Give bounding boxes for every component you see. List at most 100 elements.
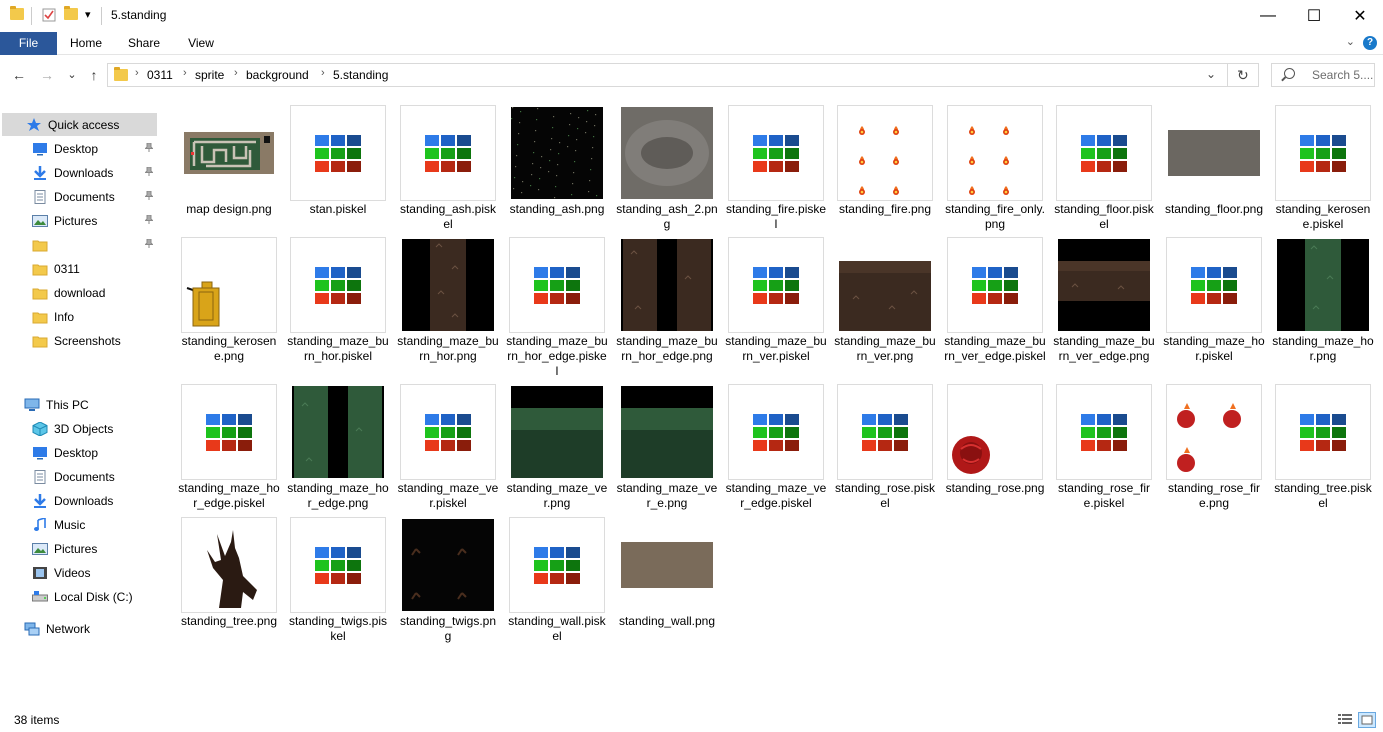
sidebar-item-quick-access[interactable]: Quick access <box>2 113 157 136</box>
file-item[interactable]: standing_tree.piskel <box>1272 383 1374 513</box>
file-item[interactable]: standing_ash.png <box>506 104 608 234</box>
sidebar-item-pictures[interactable]: Pictures <box>2 537 157 560</box>
sidebar-item-music[interactable]: Music <box>2 513 157 536</box>
file-item[interactable]: standing_maze_ver_e.png <box>616 383 718 513</box>
search-input[interactable]: Search 5.... <box>1271 63 1375 87</box>
file-item[interactable]: standing_floor.piskel <box>1053 104 1155 234</box>
expand-ribbon-icon[interactable]: ⌄ <box>1346 35 1355 48</box>
image-thumbnail <box>181 237 277 333</box>
file-item[interactable]: standing_twigs.png <box>397 516 499 646</box>
sidebar-item-screenshots[interactable]: Screenshots <box>2 329 157 352</box>
file-item[interactable]: standing_maze_ver.piskel <box>397 383 499 513</box>
up-button[interactable]: ↑ <box>85 66 103 84</box>
customize-toolbar-dropdown[interactable]: ▾ <box>85 8 91 21</box>
sidebar-item-3d-objects[interactable]: 3D Objects <box>2 417 157 440</box>
sidebar-item-folder[interactable] <box>2 233 157 256</box>
file-item[interactable]: standing_maze_hor_edge.png <box>287 383 389 513</box>
breadcrumb-separator: › <box>183 67 187 79</box>
file-item[interactable]: standing_ash.piskel <box>397 104 499 234</box>
maximize-button[interactable]: ☐ <box>1291 0 1337 32</box>
file-item[interactable]: standing_rose_fire.png <box>1163 383 1265 513</box>
file-item[interactable]: standing_maze_burn_ver.png <box>834 236 936 366</box>
file-item[interactable]: standing_rose.png <box>944 383 1046 513</box>
address-bar[interactable]: › 0311 › sprite › background › 5.standin… <box>107 63 1259 87</box>
folder-icon <box>32 262 48 276</box>
tab-home[interactable]: Home <box>64 32 108 55</box>
file-item[interactable]: standing_maze_burn_hor_edge.piskel <box>506 236 608 378</box>
file-item[interactable]: map design.png <box>178 104 280 234</box>
properties-icon[interactable] <box>42 8 56 22</box>
pin-icon[interactable] <box>144 166 154 176</box>
file-item[interactable]: standing_maze_burn_ver_edge.piskel <box>944 236 1046 366</box>
details-view-icon[interactable] <box>1337 712 1353 726</box>
sidebar-item-desktop[interactable]: Desktop <box>2 441 157 464</box>
pin-icon[interactable] <box>144 190 154 200</box>
back-button[interactable]: ← <box>10 66 28 84</box>
sidebar-item-0311[interactable]: 0311 <box>2 257 157 280</box>
image-thumbnail <box>837 105 933 201</box>
file-item[interactable]: standing_rose.piskel <box>834 383 936 513</box>
close-button[interactable]: ✕ <box>1337 0 1383 32</box>
sidebar-item-videos[interactable]: Videos <box>2 561 157 584</box>
breadcrumb-sprite[interactable]: sprite <box>195 68 224 82</box>
address-dropdown-icon[interactable]: ⌄ <box>1206 67 1216 81</box>
sidebar-item-documents[interactable]: Documents <box>2 185 157 208</box>
file-item[interactable]: standing_fire.piskel <box>725 104 827 234</box>
sidebar-item-downloads[interactable]: Downloads <box>2 489 157 512</box>
title-bar: ▾ 5.standing — ☐ ✕ <box>0 0 1383 32</box>
file-item[interactable]: standing_tree.png <box>178 516 280 646</box>
file-item[interactable]: standing_fire.png <box>834 104 936 234</box>
sidebar-item-download[interactable]: download <box>2 281 157 304</box>
breadcrumb-background[interactable]: background <box>246 68 309 82</box>
sidebar-item-this-pc[interactable]: This PC <box>2 393 157 416</box>
breadcrumb-5-standing[interactable]: 5.standing <box>333 68 388 82</box>
file-name: standing_ash_2.png <box>616 202 718 231</box>
file-item[interactable]: standing_maze_burn_hor_edge.png <box>616 236 718 366</box>
file-item[interactable]: standing_twigs.piskel <box>287 516 389 646</box>
file-item[interactable]: standing_maze_burn_hor.png <box>397 236 499 366</box>
recent-locations-button[interactable]: ⌄ <box>63 66 81 84</box>
file-item[interactable]: standing_maze_burn_ver.piskel <box>725 236 827 366</box>
file-item[interactable]: stan.piskel <box>287 104 389 234</box>
tab-file[interactable]: File <box>0 32 57 55</box>
piskel-file-icon <box>837 384 933 480</box>
tab-share[interactable]: Share <box>122 32 166 55</box>
sidebar-item-pictures[interactable]: Pictures <box>2 209 157 232</box>
new-folder-icon[interactable] <box>64 6 78 22</box>
piskel-file-icon <box>509 237 605 333</box>
sidebar-item-downloads[interactable]: Downloads <box>2 161 157 184</box>
file-item[interactable]: standing_kerosene.piskel <box>1272 104 1374 234</box>
file-item[interactable]: standing_maze_ver.png <box>506 383 608 513</box>
file-item[interactable]: standing_maze_hor_edge.piskel <box>178 383 280 513</box>
pin-icon[interactable] <box>144 214 154 224</box>
file-item[interactable]: standing_maze_hor.piskel <box>1163 236 1265 366</box>
file-item[interactable]: standing_maze_ver_edge.piskel <box>725 383 827 513</box>
minimize-button[interactable]: — <box>1245 0 1291 32</box>
file-item[interactable]: standing_maze_burn_ver_edge.png <box>1053 236 1155 366</box>
sidebar-item-documents[interactable]: Documents <box>2 465 157 488</box>
file-item[interactable]: standing_kerosene.png <box>178 236 280 366</box>
file-item[interactable]: standing_rose_fire.piskel <box>1053 383 1155 513</box>
forward-button[interactable]: → <box>38 66 56 84</box>
file-item[interactable]: standing_maze_hor.png <box>1272 236 1374 366</box>
file-item[interactable]: standing_fire_only.png <box>944 104 1046 234</box>
file-item[interactable]: standing_wall.png <box>616 516 718 646</box>
sidebar-item-info[interactable]: Info <box>2 305 157 328</box>
sidebar-item-local-disk-c[interactable]: Local Disk (C:) <box>2 585 157 608</box>
refresh-icon[interactable]: ↻ <box>1237 67 1249 84</box>
file-item[interactable]: standing_maze_burn_hor.piskel <box>287 236 389 366</box>
sidebar-item-label: Downloads <box>54 493 114 508</box>
large-icons-view-icon[interactable] <box>1358 712 1376 728</box>
tab-view[interactable]: View <box>179 32 223 55</box>
sidebar-item-desktop[interactable]: Desktop <box>2 137 157 160</box>
sidebar-item-label: 0311 <box>54 261 80 276</box>
sidebar-item-label: Info <box>54 309 75 324</box>
pin-icon[interactable] <box>144 142 154 152</box>
file-item[interactable]: standing_floor.png <box>1163 104 1265 234</box>
help-icon[interactable]: ? <box>1363 36 1377 50</box>
sidebar-item-network[interactable]: Network <box>2 617 157 640</box>
pin-icon[interactable] <box>144 238 154 248</box>
file-item[interactable]: standing_wall.piskel <box>506 516 608 646</box>
breadcrumb-0311[interactable]: 0311 <box>147 68 173 82</box>
file-item[interactable]: standing_ash_2.png <box>616 104 718 234</box>
